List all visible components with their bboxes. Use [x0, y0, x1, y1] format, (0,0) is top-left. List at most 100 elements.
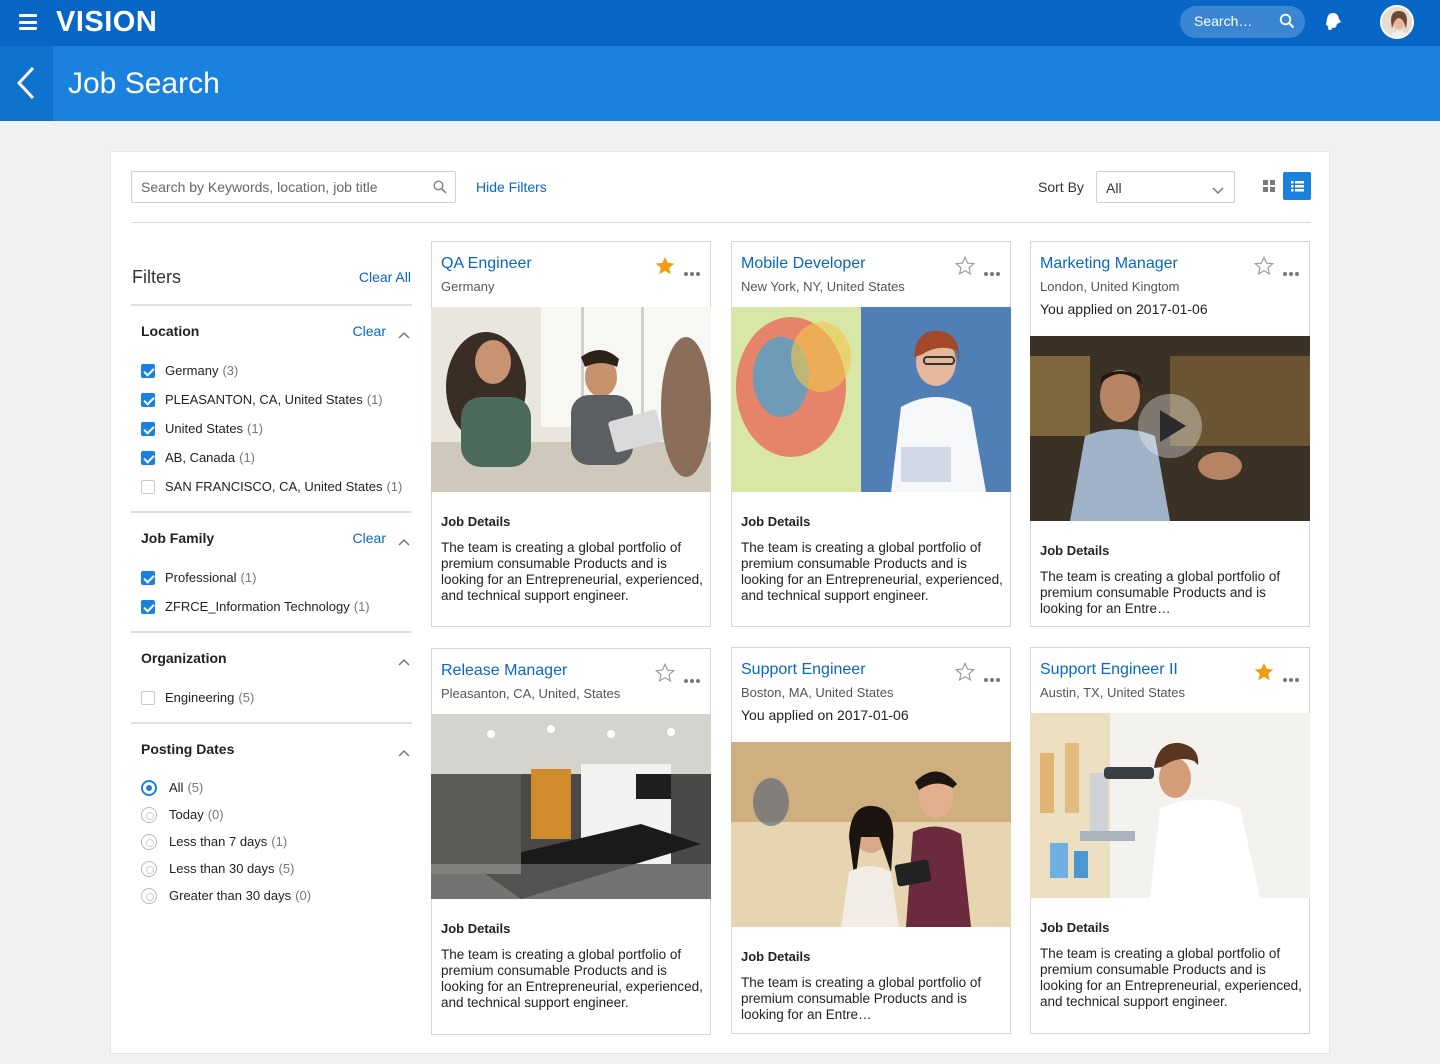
filter-option-count: (5) — [278, 861, 295, 876]
checkbox[interactable] — [141, 421, 155, 436]
filter-section-header[interactable]: Organization — [131, 633, 412, 683]
filter-option[interactable]: Professional (1) — [131, 563, 412, 592]
chevron-left-icon — [16, 66, 35, 100]
chevron-up-icon[interactable] — [398, 653, 410, 671]
list-view-icon[interactable] — [1283, 172, 1311, 200]
favorite-star-icon[interactable] — [1253, 255, 1275, 282]
more-options-icon[interactable] — [984, 669, 1002, 682]
filter-section-job-family: Job Family Clear Professional (1) ZFRCE_Info… — [131, 513, 412, 633]
filters-panel: Filters Clear All Location Clear Germany (3… — [131, 242, 412, 909]
grid-view-icon[interactable] — [1260, 177, 1278, 195]
user-avatar[interactable] — [1380, 5, 1414, 39]
menu-icon[interactable] — [19, 14, 37, 30]
job-card[interactable]: Marketing Manager London, United Kingtom Y… — [1030, 241, 1310, 627]
filter-option[interactable]: Engineering (5) — [131, 683, 412, 712]
filter-option[interactable]: SAN FRANCISCO, CA, United States (1) — [131, 472, 412, 501]
divider — [131, 222, 1311, 223]
keyword-search[interactable] — [131, 171, 456, 203]
favorite-star-icon[interactable] — [654, 662, 676, 689]
job-details-heading: Job Details — [1040, 920, 1110, 935]
radio-button[interactable] — [141, 833, 157, 850]
job-image — [731, 742, 1011, 927]
filter-option-label: SAN FRANCISCO, CA, United States — [165, 479, 383, 494]
filter-option[interactable]: United States (1) — [131, 414, 412, 443]
filter-option[interactable]: PLEASANTON, CA, United States (1) — [131, 385, 412, 414]
filter-section-header[interactable]: Location Clear — [131, 306, 412, 356]
chevron-up-icon[interactable] — [398, 744, 410, 762]
filter-option[interactable]: Germany (3) — [131, 356, 412, 385]
filter-option[interactable]: Less than 7 days (1) — [131, 828, 412, 855]
checkbox[interactable] — [141, 363, 155, 378]
filter-section-posting-dates: Posting Dates All (5) Today (0) Less than 7 d… — [131, 724, 412, 909]
more-options-icon[interactable] — [1283, 669, 1301, 682]
filter-option[interactable]: Less than 30 days (5) — [131, 855, 412, 882]
radio-button[interactable] — [141, 860, 157, 877]
job-title-link[interactable]: Support Engineer — [741, 661, 866, 679]
checkbox[interactable] — [141, 599, 155, 614]
brand-logo[interactable]: VISION — [56, 6, 157, 39]
filter-option-label: Less than 30 days — [169, 861, 275, 876]
filter-option[interactable]: Today (0) — [131, 801, 412, 828]
filter-option-label: Less than 7 days — [169, 834, 268, 849]
favorite-star-icon[interactable] — [1253, 661, 1275, 688]
keyword-search-input[interactable] — [132, 172, 422, 202]
job-card[interactable]: Support Engineer II Austin, TX, United St… — [1030, 647, 1310, 1034]
favorite-star-icon[interactable] — [954, 661, 976, 688]
job-card[interactable]: Support Engineer Boston, MA, United State… — [731, 647, 1011, 1034]
filter-section-title: Location — [141, 323, 200, 339]
checkbox[interactable] — [141, 479, 155, 494]
job-title-link[interactable]: Support Engineer II — [1040, 661, 1178, 679]
filter-option-label: PLEASANTON, CA, United States — [165, 392, 363, 407]
job-description: The team is creating a global portfolio … — [1040, 569, 1281, 616]
filter-option-count: (1) — [247, 421, 263, 436]
job-card[interactable]: QA Engineer Germany Job Details The team i… — [431, 241, 711, 627]
hide-filters-link[interactable]: Hide Filters — [476, 179, 547, 195]
job-title-link[interactable]: Mobile Developer — [741, 255, 866, 273]
sort-select[interactable]: All — [1096, 171, 1235, 203]
favorite-star-icon[interactable] — [954, 255, 976, 282]
radio-button[interactable] — [141, 887, 157, 904]
global-search-label: Search… — [1194, 13, 1253, 29]
filter-option[interactable]: Greater than 30 days (0) — [131, 882, 412, 909]
filter-option-count: (0) — [295, 888, 312, 903]
more-options-icon[interactable] — [684, 670, 702, 683]
chevron-up-icon[interactable] — [398, 533, 410, 551]
filter-option[interactable]: AB, Canada (1) — [131, 443, 412, 472]
search-icon[interactable] — [433, 180, 447, 199]
filter-option-label: Today — [169, 807, 204, 822]
filter-clear-link[interactable]: Clear — [353, 530, 386, 546]
checkbox[interactable] — [141, 690, 155, 705]
radio-button[interactable] — [141, 779, 157, 796]
more-options-icon[interactable] — [684, 263, 702, 276]
clear-all-link[interactable]: Clear All — [359, 269, 411, 285]
more-options-icon[interactable] — [984, 263, 1002, 276]
checkbox[interactable] — [141, 392, 155, 407]
global-search[interactable]: Search… — [1180, 6, 1305, 38]
favorite-star-icon[interactable] — [654, 255, 676, 282]
search-icon — [1279, 13, 1295, 34]
job-description: The team is creating a global portfolio … — [1040, 946, 1302, 1009]
filter-section-header[interactable]: Job Family Clear — [131, 513, 412, 563]
checkbox[interactable] — [141, 570, 155, 585]
filter-option[interactable]: All (5) — [131, 774, 412, 801]
filter-clear-link[interactable]: Clear — [353, 323, 386, 339]
job-image — [731, 307, 1011, 492]
top-bar: VISION Search… — [0, 0, 1440, 46]
job-title-link[interactable]: Release Manager — [441, 662, 567, 680]
filters-header: Filters Clear All — [131, 242, 412, 306]
job-card[interactable]: Release Manager Pleasanton, CA, United, S… — [431, 648, 711, 1035]
job-card[interactable]: Mobile Developer New York, NY, United Sta… — [731, 241, 1011, 627]
filter-section-header[interactable]: Posting Dates — [131, 724, 412, 774]
job-title-link[interactable]: QA Engineer — [441, 255, 532, 273]
notifications-bell-icon[interactable] — [1322, 10, 1344, 37]
job-title-link[interactable]: Marketing Manager — [1040, 255, 1178, 273]
radio-button[interactable] — [141, 806, 157, 823]
checkbox[interactable] — [141, 450, 155, 465]
filter-option-count: (0) — [207, 807, 224, 822]
page-title: Job Search — [68, 67, 220, 100]
chevron-up-icon[interactable] — [398, 326, 410, 344]
more-options-icon[interactable] — [1283, 263, 1301, 276]
job-details-heading: Job Details — [741, 949, 811, 964]
filter-option[interactable]: ZFRCE_Information Technology (1) — [131, 592, 412, 621]
back-button[interactable] — [0, 46, 53, 121]
